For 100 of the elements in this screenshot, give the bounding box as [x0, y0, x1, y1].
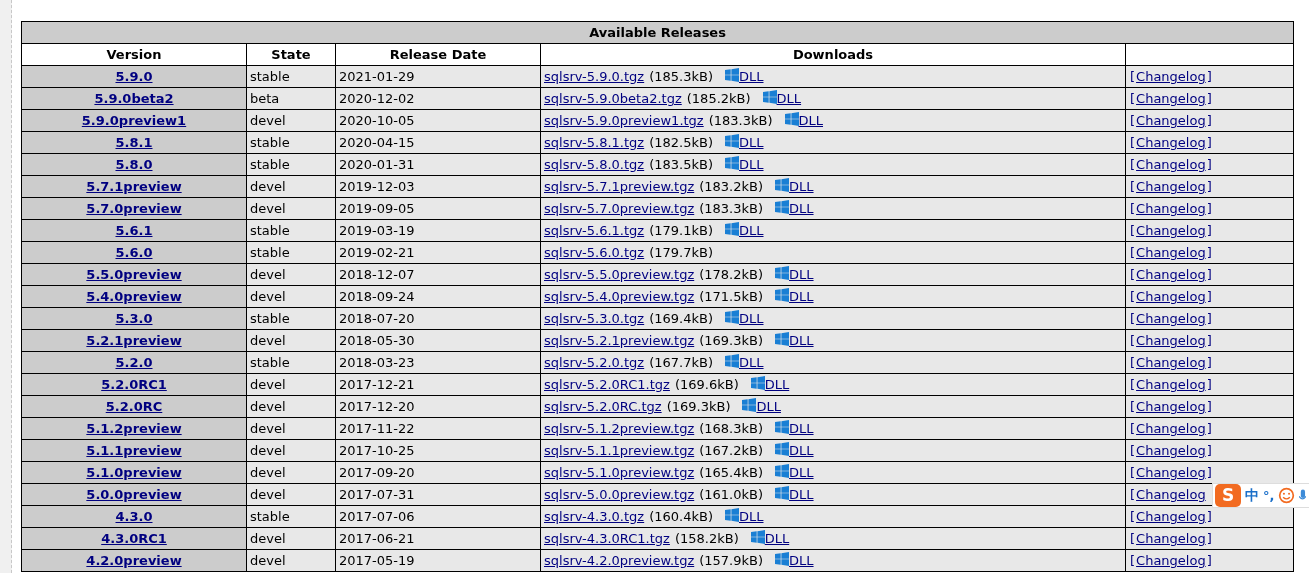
file-link[interactable]: sqlsrv-5.8.0.tgz [544, 157, 645, 172]
file-link[interactable]: sqlsrv-5.1.2preview.tgz [544, 421, 695, 436]
changelog-link[interactable]: Changelog [1136, 69, 1206, 84]
version-link[interactable]: 4.3.0RC1 [101, 531, 167, 546]
file-link[interactable]: sqlsrv-5.9.0.tgz [544, 69, 645, 84]
dll-link[interactable]: DLL [789, 333, 814, 348]
version-link[interactable]: 4.3.0 [115, 509, 153, 524]
dll-link[interactable]: DLL [764, 531, 790, 546]
changelog-link[interactable]: Changelog [1136, 531, 1206, 546]
version-link[interactable]: 5.9.0beta2 [94, 91, 174, 106]
dll-link[interactable]: DLL [739, 311, 764, 326]
dll-link[interactable]: DLL [739, 355, 764, 370]
file-link[interactable]: sqlsrv-5.6.1.tgz [544, 223, 645, 238]
dll-link[interactable]: DLL [739, 509, 764, 524]
changelog-link[interactable]: Changelog [1136, 509, 1206, 524]
file-link[interactable]: sqlsrv-5.7.0preview.tgz [544, 201, 695, 216]
changelog-link[interactable]: Changelog [1136, 289, 1206, 304]
file-link[interactable]: sqlsrv-5.6.0.tgz [544, 245, 645, 260]
dll-link[interactable]: DLL [789, 553, 814, 568]
dll-link[interactable]: DLL [739, 157, 764, 172]
changelog-link[interactable]: Changelog [1136, 223, 1206, 238]
changelog-link[interactable]: Changelog [1136, 135, 1206, 150]
changelog-link[interactable]: Changelog [1136, 311, 1206, 326]
version-link[interactable]: 5.9.0 [115, 69, 153, 84]
dll-link[interactable]: DLL [764, 377, 790, 392]
dll-link[interactable]: DLL [756, 399, 781, 414]
version-link[interactable]: 5.1.2preview [86, 421, 182, 436]
dll-link[interactable]: DLL [789, 421, 814, 436]
file-size: (169.6kB) [674, 377, 739, 392]
version-link[interactable]: 5.0.0preview [86, 487, 182, 502]
input-mode-toggle[interactable]: 中 [1245, 486, 1259, 505]
file-link[interactable]: sqlsrv-5.2.0RC.tgz [544, 399, 662, 414]
file-link[interactable]: sqlsrv-4.3.0RC1.tgz [544, 531, 670, 546]
changelog-link[interactable]: Changelog [1136, 201, 1206, 216]
changelog-link[interactable]: Changelog [1136, 465, 1206, 480]
dll-link[interactable]: DLL [789, 201, 814, 216]
version-link[interactable]: 4.2.0preview [86, 553, 182, 568]
version-link[interactable]: 5.6.0 [115, 245, 153, 260]
file-link[interactable]: sqlsrv-5.5.0preview.tgz [544, 267, 695, 282]
version-link[interactable]: 5.8.0 [115, 157, 153, 172]
version-link[interactable]: 5.3.0 [115, 311, 153, 326]
dll-link[interactable]: DLL [776, 91, 802, 106]
file-link[interactable]: sqlsrv-4.2.0preview.tgz [544, 553, 695, 568]
version-link[interactable]: 5.7.0preview [86, 201, 182, 216]
changelog-link[interactable]: Changelog [1136, 267, 1206, 282]
table-cell: 2017-07-31 [335, 483, 541, 506]
file-link[interactable]: sqlsrv-5.2.0RC1.tgz [544, 377, 670, 392]
table-cell: 2020-01-31 [335, 153, 541, 176]
changelog-link[interactable]: Changelog [1136, 443, 1206, 458]
version-link[interactable]: 5.7.1preview [86, 179, 182, 194]
version-link[interactable]: 5.5.0preview [86, 267, 182, 282]
changelog-link[interactable]: Changelog [1136, 421, 1206, 436]
changelog-link[interactable]: Changelog [1136, 113, 1206, 128]
changelog-link[interactable]: Changelog [1136, 333, 1206, 348]
file-link[interactable]: sqlsrv-5.2.1preview.tgz [544, 333, 695, 348]
changelog-link[interactable]: Changelog [1136, 179, 1206, 194]
table-cell: 2017-12-20 [335, 395, 541, 418]
file-link[interactable]: sqlsrv-5.1.0preview.tgz [544, 465, 695, 480]
version-link[interactable]: 5.1.0preview [86, 465, 182, 480]
file-link[interactable]: sqlsrv-5.0.0preview.tgz [544, 487, 695, 502]
version-link[interactable]: 5.4.0preview [86, 289, 182, 304]
file-link[interactable]: sqlsrv-5.1.1preview.tgz [544, 443, 695, 458]
file-link[interactable]: sqlsrv-5.2.0.tgz [544, 355, 645, 370]
bracket: ] [1205, 157, 1213, 172]
version-link[interactable]: 5.2.0RC [105, 399, 163, 414]
version-link[interactable]: 5.2.0 [115, 355, 153, 370]
changelog-link[interactable]: Changelog [1136, 157, 1206, 172]
version-link[interactable]: 5.2.1preview [86, 333, 182, 348]
file-link[interactable]: sqlsrv-5.9.0beta2.tgz [544, 91, 682, 106]
changelog-link[interactable]: Changelog [1136, 553, 1206, 568]
changelog-link[interactable]: Changelog [1136, 399, 1206, 414]
table-cell: 2018-03-23 [335, 351, 541, 374]
dll-link[interactable]: DLL [789, 465, 814, 480]
dll-link[interactable]: DLL [739, 223, 764, 238]
version-link[interactable]: 5.8.1 [115, 135, 153, 150]
changelog-link[interactable]: Changelog [1136, 245, 1206, 260]
file-link[interactable]: sqlsrv-5.7.1preview.tgz [544, 179, 695, 194]
dll-link[interactable]: DLL [739, 135, 764, 150]
version-link[interactable]: 5.9.0preview1 [81, 113, 187, 128]
dll-link[interactable]: DLL [798, 113, 823, 128]
file-link[interactable]: sqlsrv-5.8.1.tgz [544, 135, 645, 150]
dll-link[interactable]: DLL [789, 487, 814, 502]
dll-link[interactable]: DLL [789, 267, 814, 282]
punctuation-toggle[interactable]: °, [1263, 488, 1275, 503]
changelog-link[interactable]: Changelog [1136, 91, 1206, 106]
dll-link[interactable]: DLL [789, 179, 814, 194]
file-link[interactable]: sqlsrv-5.9.0preview1.tgz [544, 113, 704, 128]
version-link[interactable]: 5.2.0RC1 [101, 377, 167, 392]
file-link[interactable]: sqlsrv-4.3.0.tgz [544, 509, 645, 524]
version-link[interactable]: 5.1.1preview [86, 443, 182, 458]
dll-link[interactable]: DLL [789, 289, 814, 304]
file-link[interactable]: sqlsrv-5.3.0.tgz [544, 311, 645, 326]
changelog-link[interactable]: Changelog [1136, 487, 1206, 502]
dll-link[interactable]: DLL [789, 443, 814, 458]
version-link[interactable]: 5.6.1 [115, 223, 153, 238]
bracket: [ [1129, 443, 1136, 458]
changelog-link[interactable]: Changelog [1136, 355, 1206, 370]
changelog-link[interactable]: Changelog [1136, 377, 1206, 392]
file-link[interactable]: sqlsrv-5.4.0preview.tgz [544, 289, 695, 304]
dll-link[interactable]: DLL [739, 69, 764, 84]
